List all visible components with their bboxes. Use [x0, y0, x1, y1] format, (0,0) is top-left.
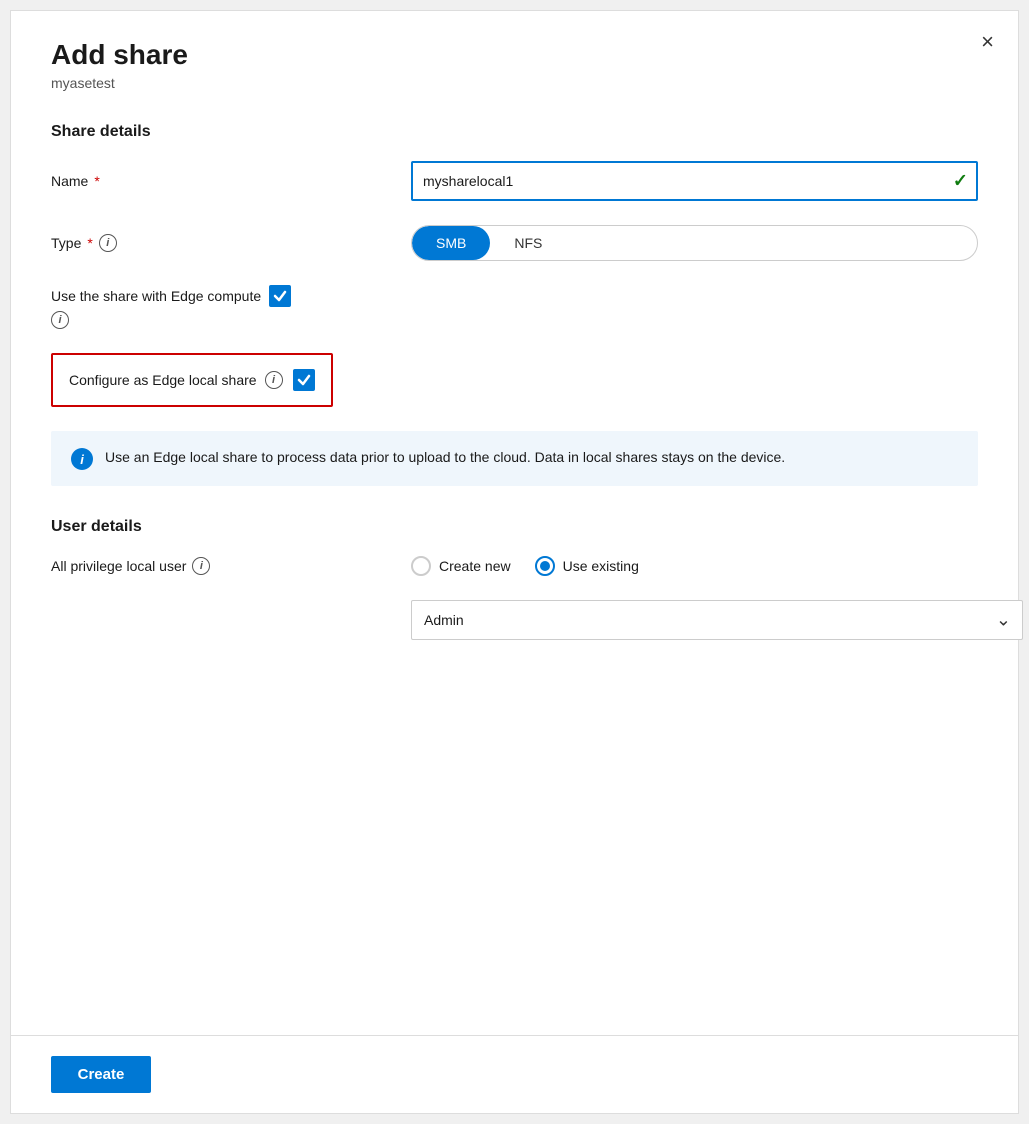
edge-compute-info-icon: i [51, 311, 69, 329]
type-smb-option[interactable]: SMB [412, 226, 490, 260]
type-nfs-option[interactable]: NFS [490, 226, 566, 260]
type-info-icon: i [99, 234, 117, 252]
type-row: Type * i SMB NFS [51, 225, 978, 261]
type-label: Type * i [51, 234, 411, 252]
name-required-star: * [94, 173, 99, 189]
privilege-info-icon: i [192, 557, 210, 575]
info-box-text: Use an Edge local share to process data … [105, 447, 785, 468]
radio-use-existing[interactable]: Use existing [535, 556, 639, 576]
name-input[interactable] [411, 161, 978, 201]
share-details-section-title: Share details [51, 123, 978, 141]
create-button[interactable]: Create [51, 1056, 151, 1093]
edge-local-row: Configure as Edge local share i [51, 353, 333, 407]
dialog-title: Add share [51, 39, 978, 71]
edge-compute-row: Use the share with Edge compute i [51, 285, 978, 329]
edge-compute-label: Use the share with Edge compute [51, 285, 411, 307]
privilege-label: All privilege local user i [51, 557, 411, 575]
radio-create-new-circle [411, 556, 431, 576]
name-input-wrapper: ✓ [411, 161, 978, 201]
edge-local-checkbox[interactable] [293, 369, 315, 391]
edge-local-info-icon: i [265, 371, 283, 389]
edge-compute-checkbox[interactable] [269, 285, 291, 307]
type-toggle-group: SMB NFS [411, 225, 978, 261]
dialog-subtitle: myasetest [51, 75, 978, 91]
add-share-dialog: Add share myasetest × Share details Name… [10, 10, 1019, 1114]
radio-create-new[interactable]: Create new [411, 556, 511, 576]
info-box-icon: i [71, 448, 93, 470]
user-dropdown-wrapper: Admin ⌄ [411, 600, 1023, 640]
privilege-radio-group: Create new Use existing [411, 556, 978, 576]
edge-local-label: Configure as Edge local share i [69, 371, 283, 389]
dialog-footer: Create [11, 1035, 1018, 1113]
name-label: Name * [51, 173, 411, 189]
user-dropdown[interactable]: Admin [411, 600, 1023, 640]
radio-use-existing-circle [535, 556, 555, 576]
name-valid-checkmark: ✓ [953, 171, 968, 192]
info-box: i Use an Edge local share to process dat… [51, 431, 978, 486]
name-row: Name * ✓ [51, 161, 978, 201]
privilege-row: All privilege local user i Create new Us… [51, 556, 978, 576]
edge-local-section: Configure as Edge local share i [51, 353, 978, 407]
user-details-section-title: User details [51, 518, 978, 536]
close-button[interactable]: × [981, 31, 994, 53]
type-required-star: * [87, 235, 92, 251]
